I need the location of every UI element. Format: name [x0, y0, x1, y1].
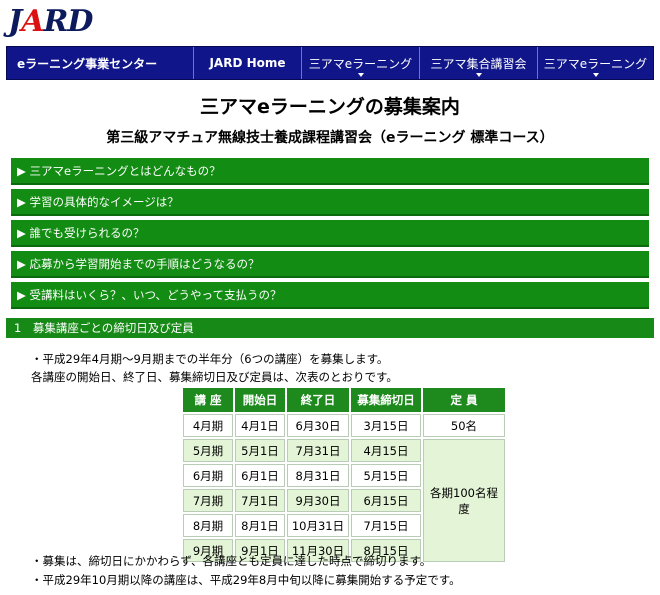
- jard-logo[interactable]: JARD: [8, 4, 93, 39]
- header-end: 終了日: [287, 388, 349, 412]
- cell-course: 7月期: [183, 489, 233, 512]
- dropdown-arrow-icon: [475, 73, 482, 77]
- faq-learning-image[interactable]: ▶ 学習の具体的なイメージは？: [11, 189, 649, 216]
- cell-deadline: 7月15日: [351, 514, 421, 537]
- nav-sanama-elearning-2[interactable]: 三アマeラーニング: [537, 47, 653, 79]
- faq-fees[interactable]: ▶ 受講料はいくら？、いつ、どうやって支払うの？: [11, 282, 649, 309]
- cell-end: 8月31日: [287, 464, 349, 487]
- header-course: 講 座: [183, 388, 233, 412]
- cell-capacity: 各期100名程度: [423, 439, 505, 562]
- cell-start: 7月1日: [235, 489, 285, 512]
- nav-jard-home[interactable]: JARD Home: [193, 47, 301, 79]
- cell-deadline: 6月15日: [351, 489, 421, 512]
- header-capacity: 定 員: [423, 388, 505, 412]
- nav-label: 三アマeラーニング: [308, 56, 413, 71]
- cell-course: 4月期: [183, 414, 233, 437]
- faq-application-steps[interactable]: ▶ 応募から学習開始までの手順はどうなるの？: [11, 251, 649, 278]
- dropdown-arrow-icon: [592, 73, 599, 77]
- cell-course: 6月期: [183, 464, 233, 487]
- table-row: 5月期 5月1日 7月31日 4月15日 各期100名程度: [183, 439, 505, 562]
- nav-label: 三アマeラーニング: [543, 56, 648, 71]
- intro-line-2: 各講座の開始日、終了日、募集締切日及び定員は、次表のとおりです。: [31, 370, 398, 384]
- cell-start: 4月1日: [235, 414, 285, 437]
- note-line-2: ・平成29年10月期以降の講座は、平成29年8月中旬以降に募集開始する予定です。: [31, 573, 461, 587]
- page-subtitle: 第三級アマチュア無線技士養成課程講習会（eラーニング 標準コース）: [106, 130, 554, 146]
- top-navigation: eラーニング事業センター JARD Home 三アマeラーニング 三アマ集合講習…: [6, 46, 654, 80]
- cell-end: 7月31日: [287, 439, 349, 462]
- nav-brand[interactable]: eラーニング事業センター: [7, 47, 193, 79]
- dropdown-arrow-icon: [357, 73, 364, 77]
- cell-start: 8月1日: [235, 514, 285, 537]
- page-title: 三アマeラーニングの募集案内: [200, 96, 460, 118]
- cell-start: 5月1日: [235, 439, 285, 462]
- cell-deadline: 5月15日: [351, 464, 421, 487]
- cell-deadline: 3月15日: [351, 414, 421, 437]
- intro-line-1: ・平成29年4月期〜9月期までの半年分（6つの講座）を募集します。: [31, 352, 389, 366]
- header-deadline: 募集締切日: [351, 388, 421, 412]
- section-heading: 1 募集講座ごとの締切日及び定員: [6, 318, 654, 338]
- nav-sanama-elearning[interactable]: 三アマeラーニング: [301, 47, 419, 79]
- table-header-row: 講 座 開始日 終了日 募集締切日 定 員: [183, 388, 505, 412]
- note-line-1: ・募集は、締切日にかかわらず、各講座とも定員に達した時点で締切ります。: [31, 554, 432, 568]
- nav-sanama-group-course[interactable]: 三アマ集合講習会: [419, 47, 537, 79]
- cell-end: 9月30日: [287, 489, 349, 512]
- schedule-table: 講 座 開始日 終了日 募集締切日 定 員 4月期 4月1日 6月30日 3月1…: [181, 386, 507, 564]
- faq-eligibility[interactable]: ▶ 誰でも受けられるの？: [11, 220, 649, 247]
- cell-start: 6月1日: [235, 464, 285, 487]
- cell-course: 5月期: [183, 439, 233, 462]
- header-start: 開始日: [235, 388, 285, 412]
- cell-end: 6月30日: [287, 414, 349, 437]
- cell-capacity: 50名: [423, 414, 505, 437]
- nav-label: 三アマ集合講習会: [430, 56, 527, 71]
- table-row: 4月期 4月1日 6月30日 3月15日 50名: [183, 414, 505, 437]
- cell-end: 10月31日: [287, 514, 349, 537]
- cell-deadline: 4月15日: [351, 439, 421, 462]
- faq-what-is[interactable]: ▶ 三アマeラーニングとはどんなもの？: [11, 158, 649, 185]
- cell-course: 8月期: [183, 514, 233, 537]
